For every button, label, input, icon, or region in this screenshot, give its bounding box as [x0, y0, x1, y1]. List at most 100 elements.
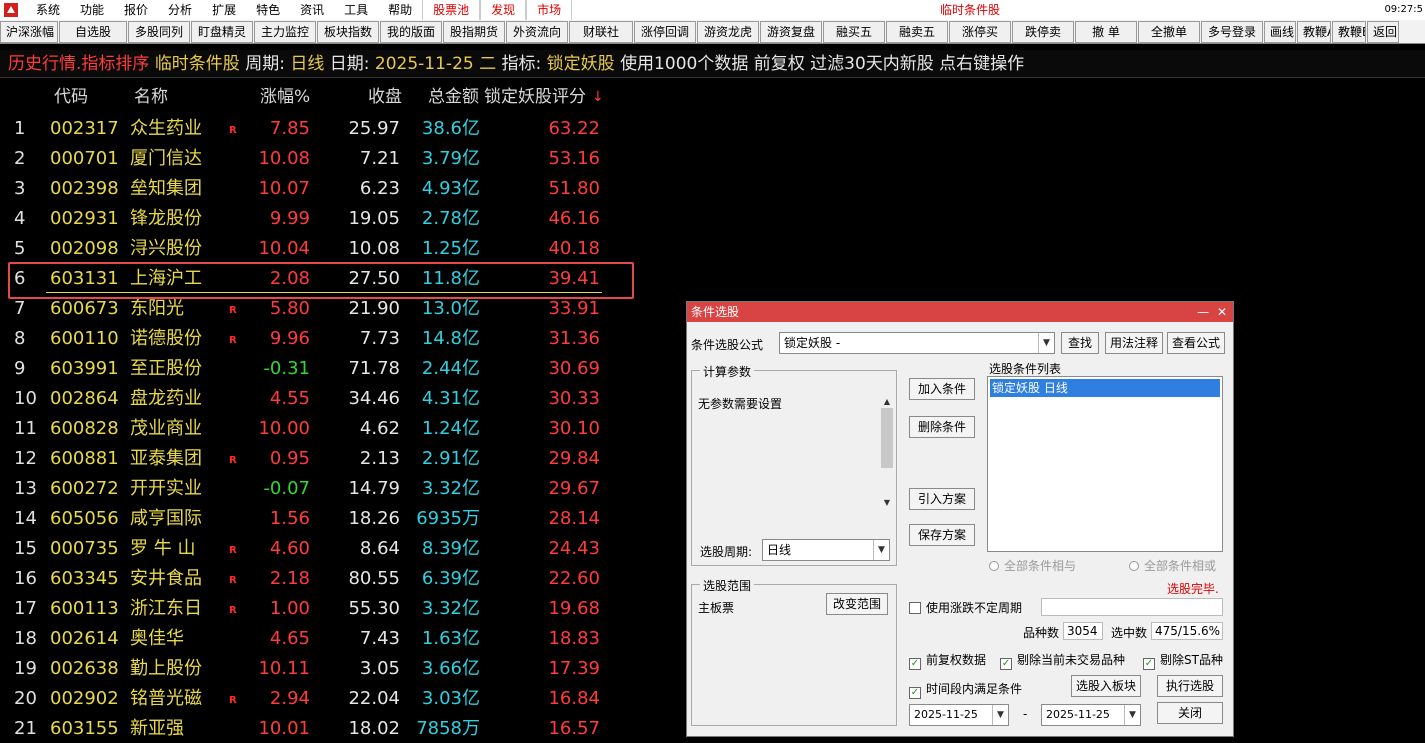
use-period-checkbox[interactable]: 使用涨跌不定周期: [909, 599, 1022, 616]
menu-system[interactable]: 系统: [26, 0, 70, 20]
date-to-chevron-icon[interactable]: ▼: [1124, 705, 1140, 725]
table-row[interactable]: 15 000735 罗 牛 山 R 4.60 8.64 8.39亿 24.43: [0, 534, 640, 564]
tb-hs-gain[interactable]: 沪深涨幅: [0, 20, 58, 43]
tb-draw-line[interactable]: 画线: [1264, 20, 1296, 43]
tb-sector-index[interactable]: 板块指数: [317, 20, 379, 43]
table-row[interactable]: 9 603991 至正股份 -0.31 71.78 2.44亿 30.69: [0, 354, 640, 384]
delete-condition-button[interactable]: 删除条件: [909, 416, 975, 438]
tb-cls[interactable]: 财联社: [569, 20, 633, 43]
menu-analysis[interactable]: 分析: [158, 0, 202, 20]
tb-index-futures[interactable]: 股指期货: [443, 20, 505, 43]
menu-function[interactable]: 功能: [70, 0, 114, 20]
tb-multi-login[interactable]: 多号登录: [1201, 20, 1263, 43]
tb-main-monitor[interactable]: 主力监控: [254, 20, 316, 43]
date-to-select[interactable]: 2025-11-25 ▼: [1041, 704, 1141, 726]
tb-cancel-all[interactable]: 全撤单: [1138, 20, 1200, 43]
scroll-thumb[interactable]: [881, 408, 893, 468]
add-condition-button[interactable]: 加入条件: [909, 378, 975, 400]
table-row[interactable]: 20 002902 铭普光磁 R 2.94 22.04 3.03亿 16.84: [0, 684, 640, 714]
minimize-icon[interactable]: —: [1197, 302, 1209, 322]
col-amount[interactable]: 总金额: [428, 84, 479, 110]
use-period-check[interactable]: [909, 602, 921, 614]
menu-market[interactable]: 市场: [526, 0, 573, 20]
table-row[interactable]: 2 000701 厦门信达 10.08 7.21 3.79亿 53.16: [0, 144, 640, 174]
period-select[interactable]: 日线 ▼: [762, 539, 890, 561]
find-button[interactable]: 查找: [1061, 332, 1099, 354]
table-row[interactable]: 13 600272 开开实业 -0.07 14.79 3.32亿 29.67: [0, 474, 640, 504]
tb-margin-sell5[interactable]: 融卖五: [886, 20, 948, 43]
tb-cancel-order[interactable]: 撤 单: [1075, 20, 1137, 43]
table-row[interactable]: 18 002614 奥佳华 4.65 7.43 1.63亿 18.83: [0, 624, 640, 654]
table-row[interactable]: 14 605056 咸亨国际 1.56 18.26 6935万 28.14: [0, 504, 640, 534]
and-radio[interactable]: 全部条件相与: [989, 557, 1076, 574]
table-row[interactable]: 5 002098 浔兴股份 10.04 10.08 1.25亿 40.18: [0, 234, 640, 264]
or-radio[interactable]: 全部条件相或: [1129, 557, 1216, 574]
table-row[interactable]: 3 002398 垒知集团 10.07 6.23 4.93亿 51.80: [0, 174, 640, 204]
change-scope-button[interactable]: 改变范围: [826, 593, 888, 615]
save-plan-button[interactable]: 保存方案: [909, 524, 975, 546]
menu-help[interactable]: 帮助: [378, 0, 422, 20]
tb-multi-stock[interactable]: 多股同列: [128, 20, 190, 43]
or-radio-circle[interactable]: [1129, 561, 1139, 571]
in-range-checkbox[interactable]: ✓ 时间段内满足条件: [909, 680, 1022, 699]
condition-list-item[interactable]: 锁定妖股 日线: [990, 379, 1220, 397]
period-chevron-down-icon[interactable]: ▼: [873, 540, 889, 560]
dialog-titlebar[interactable]: 条件选股 — ✕: [687, 302, 1233, 322]
scroll-down-icon[interactable]: ▼: [880, 498, 894, 507]
table-row[interactable]: 8 600110 诺德股份 R 9.96 7.73 14.8亿 31.36: [0, 324, 640, 354]
table-row[interactable]: 17 600113 浙江东日 R 1.00 55.30 3.32亿 19.68: [0, 594, 640, 624]
condition-list[interactable]: 锁定妖股 日线: [987, 376, 1223, 552]
menu-stock-pool[interactable]: 股票池: [422, 0, 481, 20]
tb-hot-review[interactable]: 游资复盘: [760, 20, 822, 43]
col-change[interactable]: 涨幅%: [260, 84, 310, 110]
table-row[interactable]: 12 600881 亚泰集团 R 0.95 2.13 2.91亿 29.84: [0, 444, 640, 474]
tb-watchlist[interactable]: 自选股: [59, 20, 127, 43]
tb-watch-genie[interactable]: 盯盘精灵: [191, 20, 253, 43]
menu-tools[interactable]: 工具: [334, 0, 378, 20]
col-close[interactable]: 收盘: [368, 84, 402, 110]
close-icon[interactable]: ✕: [1217, 302, 1227, 322]
table-row[interactable]: 19 002638 勤上股份 10.11 3.05 3.66亿 17.39: [0, 654, 640, 684]
tb-back[interactable]: 返回: [1367, 20, 1399, 43]
tb-limitup-buy[interactable]: 涨停买: [949, 20, 1011, 43]
tb-limitdown-sell[interactable]: 跌停卖: [1012, 20, 1074, 43]
scroll-up-icon[interactable]: ▲: [880, 397, 894, 406]
tb-limitup-pullback[interactable]: 涨停回调: [634, 20, 696, 43]
view-formula-button[interactable]: 查看公式: [1167, 332, 1225, 354]
run-select-button[interactable]: 执行选股: [1157, 675, 1223, 697]
import-plan-button[interactable]: 引入方案: [909, 488, 975, 510]
col-score[interactable]: 锁定妖股评分: [484, 84, 586, 110]
date-from-chevron-icon[interactable]: ▼: [992, 705, 1008, 725]
tb-pointer-b[interactable]: 教鞭B: [1332, 20, 1366, 43]
tb-my-layout[interactable]: 我的版面: [380, 20, 442, 43]
tb-margin-buy5[interactable]: 融买五: [823, 20, 885, 43]
adj-check-icon[interactable]: ✓: [909, 658, 921, 670]
exclude-st-checkbox[interactable]: ✓ 剔除ST品种: [1143, 651, 1223, 670]
date-from-select[interactable]: 2025-11-25 ▼: [909, 704, 1009, 726]
usage-button[interactable]: 用法注释: [1105, 332, 1163, 354]
and-radio-circle[interactable]: [989, 561, 999, 571]
table-row[interactable]: 16 603345 安井食品 R 2.18 80.55 6.39亿 22.60: [0, 564, 640, 594]
menu-feature[interactable]: 特色: [246, 0, 290, 20]
exclude-st-check-icon[interactable]: ✓: [1143, 658, 1155, 670]
col-name[interactable]: 名称: [134, 84, 168, 110]
tb-hot-money[interactable]: 游资龙虎: [697, 20, 759, 43]
table-row[interactable]: 21 603155 新亚强 10.01 18.02 7858万 16.57: [0, 714, 640, 743]
menu-quote[interactable]: 报价: [114, 0, 158, 20]
table-row[interactable]: 4 002931 锋龙股份 9.99 19.05 2.78亿 46.16: [0, 204, 640, 234]
formula-select[interactable]: 锁定妖股 - ▼: [779, 332, 1055, 354]
close-button[interactable]: 关闭: [1157, 702, 1223, 724]
exclude-untraded-checkbox[interactable]: ✓ 剔除当前未交易品种: [1000, 651, 1125, 670]
menu-extend[interactable]: 扩展: [202, 0, 246, 20]
to-block-button[interactable]: 选股入板块: [1071, 675, 1141, 697]
exclude-untraded-check-icon[interactable]: ✓: [1000, 658, 1012, 670]
period-input[interactable]: [1041, 598, 1223, 616]
in-range-check-icon[interactable]: ✓: [909, 687, 921, 699]
menu-news[interactable]: 资讯: [290, 0, 334, 20]
chevron-down-icon[interactable]: ▼: [1038, 333, 1054, 353]
col-code[interactable]: 代码: [54, 84, 88, 110]
table-row[interactable]: 1 002317 众生药业 R 7.85 25.97 38.6亿 63.22: [0, 114, 640, 144]
tb-pointer-a[interactable]: 教鞭A: [1297, 20, 1331, 43]
table-row[interactable]: 10 002864 盘龙药业 4.55 34.46 4.31亿 30.33: [0, 384, 640, 414]
table-row[interactable]: 11 600828 茂业商业 10.00 4.62 1.24亿 30.10: [0, 414, 640, 444]
